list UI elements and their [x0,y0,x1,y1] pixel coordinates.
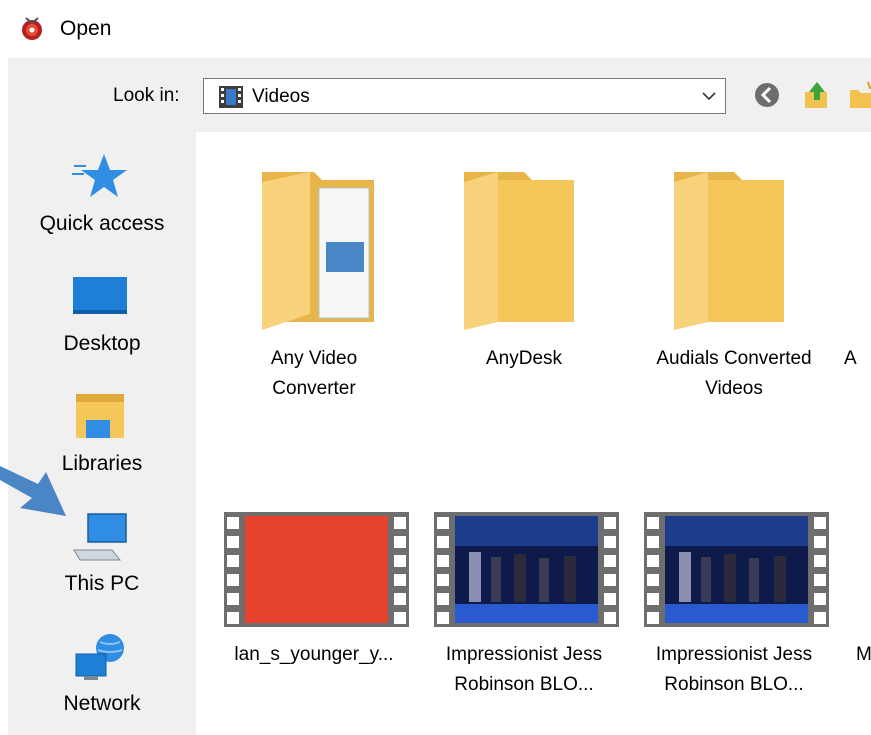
star-icon [72,154,127,197]
video-item[interactable]: M [856,512,871,712]
place-network[interactable]: Network [8,612,196,728]
place-quick-access[interactable]: Quick access [8,132,196,248]
item-label: M [856,644,871,665]
item-label: Any Video Converter [270,348,358,399]
app-icon [22,17,42,40]
folder-item[interactable]: AnyDesk [424,152,624,412]
video-thumbnail-icon [644,512,829,627]
item-label: A [844,348,857,369]
libraries-icon [76,394,124,438]
new-folder-icon[interactable] [848,80,871,110]
video-thumbnail-icon [224,512,409,627]
lookin-dropdown[interactable]: Videos [203,78,726,114]
toolbar: Look in: Videos [8,58,871,132]
lookin-label: Look in: [113,85,180,106]
annotation-arrow-icon [0,466,66,516]
item-label: Audials Converted Videos [656,348,812,399]
chevron-down-icon [702,92,716,101]
folder-item[interactable]: Any Video Converter [214,152,414,412]
place-label: This PC [64,572,140,595]
folder-icon [674,172,784,330]
folder-icon [464,172,574,330]
network-icon [75,634,124,680]
title-bar: Open [0,0,871,58]
folder-icon [262,172,374,330]
folder-item[interactable]: A [844,152,871,412]
up-folder-icon[interactable] [803,80,831,110]
video-item[interactable]: Impressionist Jess Robinson BLO... [424,512,624,712]
item-label: lan_s_younger_y... [234,644,394,665]
folder-item[interactable]: Audials Converted Videos [634,152,834,412]
desktop-icon [73,277,127,314]
places-bar: Quick access Desktop Libraries This PC N… [8,132,196,735]
file-list: Any Video Converter AnyDesk Audials Conv… [200,132,871,735]
item-label: AnyDesk [485,348,563,369]
video-item[interactable]: Impressionist Jess Robinson BLO... [634,512,834,712]
item-label: Impressionist Jess Robinson BLO... [445,644,603,695]
item-label: Impressionist Jess Robinson BLO... [655,644,813,695]
place-label: Quick access [39,212,165,235]
video-thumbnail-icon [434,512,619,627]
lookin-value: Videos [252,86,310,107]
back-icon[interactable] [753,80,781,110]
place-label: Desktop [63,332,141,355]
video-item[interactable]: lan_s_younger_y... [214,512,414,712]
video-folder-icon [219,86,243,108]
place-desktop[interactable]: Desktop [8,252,196,368]
window-title: Open [60,17,112,40]
place-label: Network [63,692,141,715]
